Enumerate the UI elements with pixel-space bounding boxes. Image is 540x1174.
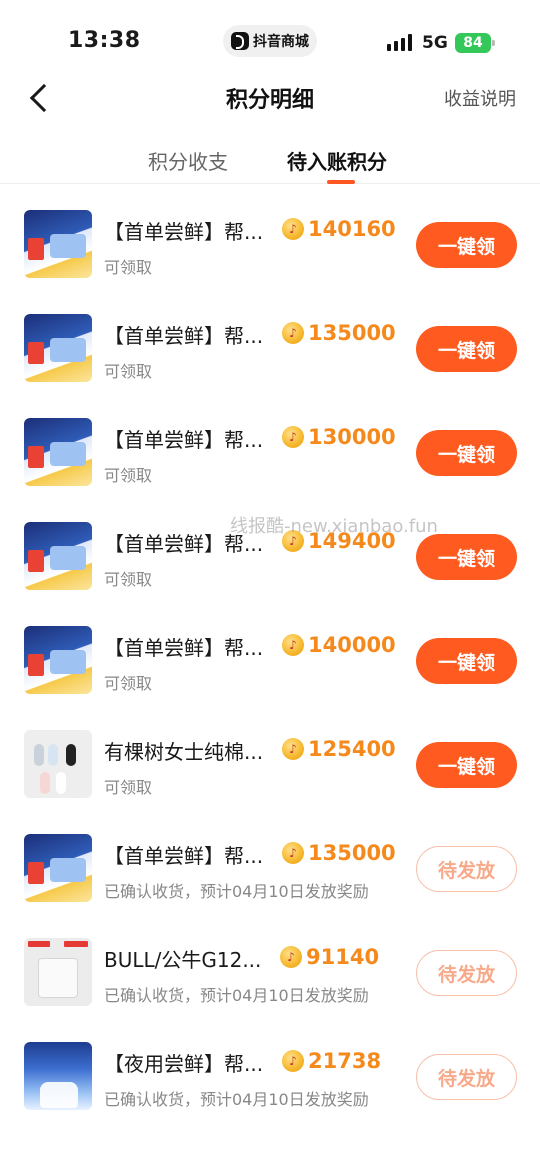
pending-button[interactable]: 待发放 (416, 1054, 517, 1100)
coin-icon: ♪ (282, 842, 304, 864)
coin-icon: ♪ (282, 634, 304, 656)
points-value: 140160 (308, 217, 396, 241)
list-item[interactable]: 【首单尝鲜】帮... ♪ 140000 可领取 一键领 (0, 612, 540, 716)
plug-tag-shape (28, 941, 50, 947)
points-value: 149400 (308, 529, 396, 553)
product-thumbnail[interactable] (24, 314, 92, 382)
pending-button[interactable]: 待发放 (416, 846, 517, 892)
douyin-icon (231, 32, 249, 50)
points-amount: ♪ 149400 (282, 529, 396, 553)
sock-shape (48, 744, 58, 766)
status-text: 可领取 (104, 362, 153, 381)
product-thumbnail[interactable] (24, 1042, 92, 1110)
product-title: 【首单尝鲜】帮... (104, 428, 264, 452)
claim-button[interactable]: 一键领 (416, 638, 517, 684)
active-tab-indicator (327, 180, 355, 184)
coin-icon: ♪ (282, 218, 304, 240)
product-title: 【首单尝鲜】帮... (104, 324, 264, 348)
points-value: 130000 (308, 425, 396, 449)
list-item[interactable]: 【夜用尝鲜】帮... ♪ 21738 已确认收货，预计04月10日发放奖励 待发放 (0, 1028, 540, 1132)
product-thumbnail[interactable] (24, 834, 92, 902)
status-text: 可领取 (104, 258, 153, 277)
points-amount: ♪ 125400 (282, 737, 396, 761)
points-list: 【首单尝鲜】帮... ♪ 140160 可领取 一键领 【首单尝鲜】帮... ♪ 135000… (0, 196, 540, 1132)
points-amount: ♪ 135000 (282, 321, 396, 345)
points-value: 21738 (308, 1049, 382, 1073)
claim-button[interactable]: 一键领 (416, 742, 517, 788)
status-text: 已确认收货，预计04月10日发放奖励 (104, 1090, 369, 1109)
pending-button[interactable]: 待发放 (416, 950, 517, 996)
coin-icon: ♪ (282, 530, 304, 552)
battery-icon: 84 (455, 33, 495, 53)
tab-bar: 积分收支 待入账积分 (0, 140, 540, 184)
app-pill-label: 抖音商城 (253, 34, 309, 50)
points-amount: ♪ 135000 (282, 841, 396, 865)
sock-shape (56, 772, 66, 794)
product-title: 【首单尝鲜】帮... (104, 220, 264, 244)
coin-icon: ♪ (282, 1050, 304, 1072)
product-title: 【首单尝鲜】帮... (104, 636, 264, 660)
status-bar: 13:38 抖音商城 5G 84 (0, 0, 540, 70)
network-type: 5G (422, 33, 448, 53)
status-text: 可领取 (104, 674, 153, 693)
product-title: 【夜用尝鲜】帮... (104, 1052, 264, 1076)
product-title: BULL/公牛G12... (104, 948, 262, 972)
sock-shape (34, 744, 44, 766)
coin-icon: ♪ (282, 322, 304, 344)
points-amount: ♪ 140000 (282, 633, 396, 657)
points-value: 135000 (308, 321, 396, 345)
list-item[interactable]: BULL/公牛G12... ♪ 91140 已确认收货，预计04月10日发放奖励 待发放 (0, 924, 540, 1028)
app-pill[interactable]: 抖音商城 (223, 25, 317, 57)
product-title: 【首单尝鲜】帮... (104, 844, 264, 868)
product-thumbnail[interactable] (24, 210, 92, 278)
product-thumbnail[interactable] (24, 626, 92, 694)
claim-button[interactable]: 一键领 (416, 222, 517, 268)
tab-pending-points[interactable]: 待入账积分 (287, 146, 387, 175)
coin-icon: ♪ (280, 946, 302, 968)
points-value: 140000 (308, 633, 396, 657)
status-text: 已确认收货，预计04月10日发放奖励 (104, 986, 369, 1005)
signal-icon (387, 34, 412, 51)
back-button[interactable] (22, 80, 59, 116)
points-amount: ♪ 130000 (282, 425, 396, 449)
product-thumbnail[interactable] (24, 522, 92, 590)
claim-button[interactable]: 一键领 (416, 534, 517, 580)
sock-shape (40, 772, 50, 794)
status-text: 已确认收货，预计04月10日发放奖励 (104, 882, 369, 901)
product-title: 【首单尝鲜】帮... (104, 532, 264, 556)
list-item[interactable]: 【首单尝鲜】帮... ♪ 135000 可领取 一键领 (0, 300, 540, 404)
points-value: 125400 (308, 737, 396, 761)
claim-button[interactable]: 一键领 (416, 326, 517, 372)
claim-button[interactable]: 一键领 (416, 430, 517, 476)
points-amount: ♪ 140160 (282, 217, 396, 241)
coin-icon: ♪ (282, 426, 304, 448)
coin-icon: ♪ (282, 738, 304, 760)
status-time: 13:38 (68, 28, 141, 53)
status-text: 可领取 (104, 778, 153, 797)
nav-bar: 积分明细 收益说明 (0, 70, 540, 130)
sock-shape (66, 744, 76, 766)
plug-face-shape (38, 958, 78, 998)
list-item[interactable]: 【首单尝鲜】帮... ♪ 149400 可领取 一键领 (0, 508, 540, 612)
status-text: 可领取 (104, 570, 153, 589)
status-text: 可领取 (104, 466, 153, 485)
list-item[interactable]: 【首单尝鲜】帮... ♪ 135000 已确认收货，预计04月10日发放奖励 待发放 (0, 820, 540, 924)
list-item[interactable]: 【首单尝鲜】帮... ♪ 140160 可领取 一键领 (0, 196, 540, 300)
product-title: 有棵树女士纯棉... (104, 740, 264, 764)
list-item[interactable]: 【首单尝鲜】帮... ♪ 130000 可领取 一键领 (0, 404, 540, 508)
product-thumbnail[interactable] (24, 418, 92, 486)
product-thumbnail[interactable] (24, 938, 92, 1006)
tab-points-ledger[interactable]: 积分收支 (148, 146, 228, 175)
product-thumbnail[interactable] (24, 730, 92, 798)
list-item[interactable]: 有棵树女士纯棉... ♪ 125400 可领取 一键领 (0, 716, 540, 820)
points-value: 135000 (308, 841, 396, 865)
points-value: 91140 (306, 945, 380, 969)
earnings-info-link[interactable]: 收益说明 (444, 85, 516, 111)
chevron-left-icon (29, 83, 59, 113)
points-amount: ♪ 91140 (280, 945, 379, 969)
points-amount: ♪ 21738 (282, 1049, 381, 1073)
plug-badge-shape (64, 941, 88, 947)
